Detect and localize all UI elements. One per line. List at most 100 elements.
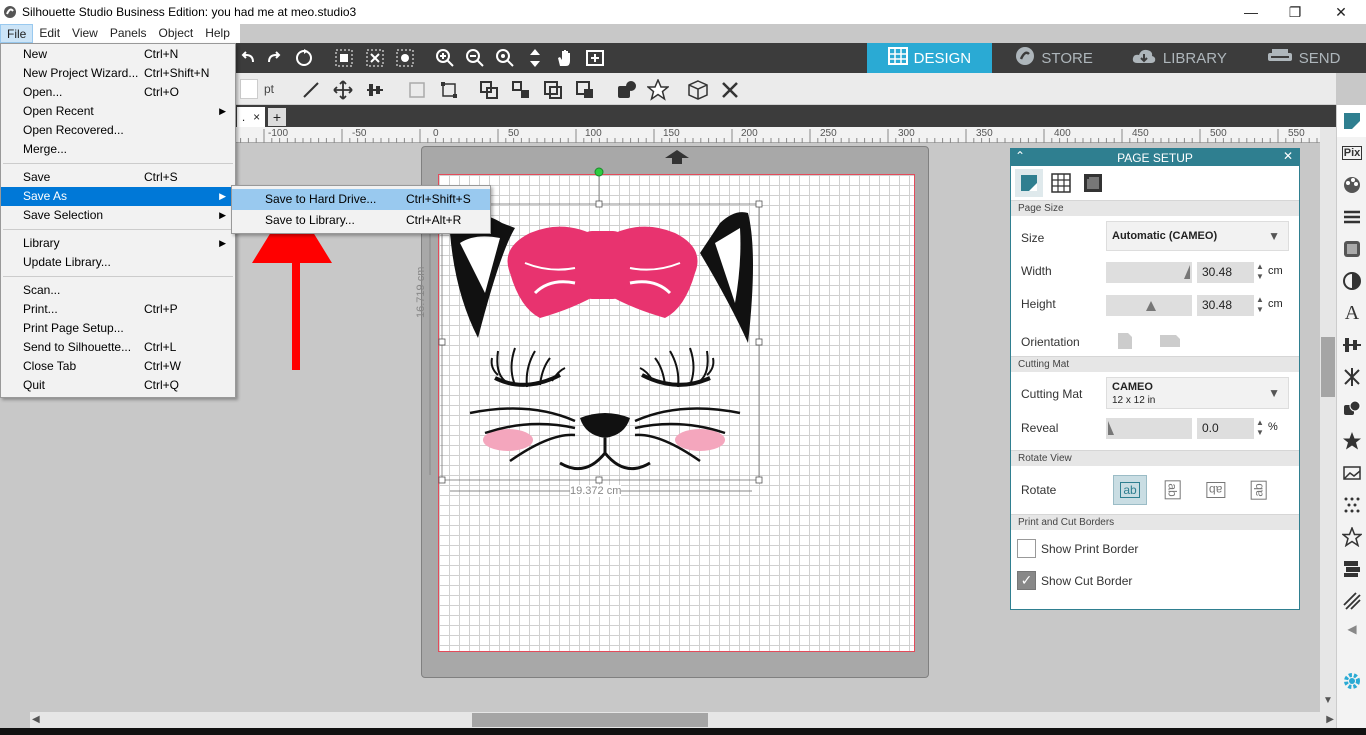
resize-handle[interactable] — [595, 200, 603, 208]
menu-item-new-project-wizard[interactable]: New Project Wizard... Ctrl+Shift+N — [1, 64, 235, 83]
layers-icon[interactable] — [1337, 553, 1366, 585]
minimize-button[interactable]: — — [1228, 0, 1274, 24]
star-shape-icon[interactable] — [646, 79, 670, 101]
transform-icon[interactable] — [438, 79, 460, 101]
height-spinner[interactable]: ▲ ▼ — [1256, 295, 1264, 315]
width-input[interactable]: 30.48 — [1197, 262, 1254, 283]
vertical-scroll-thumb[interactable] — [1321, 337, 1335, 397]
zoom-select-icon[interactable] — [494, 48, 516, 68]
menu-item-library[interactable]: Library ▶ — [1, 234, 235, 253]
tab-library[interactable]: LIBRARY — [1116, 43, 1242, 73]
rotate-handle[interactable] — [594, 167, 604, 177]
library-star-icon[interactable] — [1337, 425, 1366, 457]
fit-to-page-icon[interactable] — [524, 48, 546, 68]
menu-item-merge[interactable]: Merge... — [1, 140, 235, 159]
resize-handle[interactable] — [438, 338, 446, 346]
pixscan-icon[interactable]: Pix — [1337, 137, 1366, 169]
select-by-color-icon[interactable] — [394, 48, 416, 68]
release-compound-path-icon[interactable] — [574, 79, 596, 101]
collapse-chevron-icon[interactable]: ⌃ — [1015, 149, 1025, 163]
menu-item-new[interactable]: New Ctrl+N — [1, 45, 235, 64]
menu-item-save-to-hard-drive[interactable]: Save to Hard Drive... Ctrl+Shift+S — [232, 189, 490, 210]
menu-item-save-to-library[interactable]: Save to Library... Ctrl+Alt+R — [232, 210, 490, 231]
modify-icon[interactable] — [1337, 393, 1366, 425]
menu-item-save-selection[interactable]: Save Selection ▶ — [1, 206, 235, 225]
rotate-270-button[interactable]: ab — [1242, 475, 1276, 505]
scroll-left-icon[interactable]: ◀ — [32, 714, 40, 725]
reveal-input[interactable]: 0.0 — [1197, 418, 1254, 439]
menu-item-close-tab[interactable]: Close Tab Ctrl+W — [1, 357, 235, 376]
3d-box-icon[interactable] — [686, 79, 710, 101]
horizontal-scroll-thumb[interactable] — [472, 713, 708, 727]
zoom-out-icon[interactable] — [464, 48, 486, 68]
resize-handle[interactable] — [595, 476, 603, 484]
show-print-border-checkbox[interactable] — [1017, 539, 1036, 558]
sketch-icon[interactable] — [1337, 585, 1366, 617]
resize-handle[interactable] — [755, 338, 763, 346]
resize-handle[interactable] — [755, 476, 763, 484]
make-compound-path-icon[interactable] — [542, 79, 564, 101]
page-setup-tab-icon[interactable] — [1015, 169, 1043, 197]
text-style-icon[interactable]: A — [1337, 297, 1366, 329]
group-disabled-icon[interactable] — [406, 79, 428, 101]
trace-image-icon[interactable] — [1337, 457, 1366, 489]
fill-pattern-icon[interactable] — [1337, 233, 1366, 265]
line-tool-icon[interactable] — [300, 79, 322, 101]
add-tab-button[interactable]: + — [268, 108, 286, 126]
resize-handle[interactable] — [755, 200, 763, 208]
zoom-in-icon[interactable] — [434, 48, 456, 68]
width-slider[interactable] — [1106, 262, 1192, 283]
reveal-slider[interactable] — [1106, 418, 1192, 439]
rotate-180-button[interactable]: ab — [1199, 475, 1233, 505]
document-tab[interactable]: . × — [237, 107, 265, 127]
reveal-spinner[interactable]: ▲ ▼ — [1256, 418, 1264, 438]
rotate-90-button[interactable]: ab — [1156, 475, 1190, 505]
rotate-0-button[interactable]: ab — [1113, 475, 1147, 505]
grid-tab-icon[interactable] — [1047, 169, 1075, 197]
group-icon[interactable] — [478, 79, 500, 101]
landscape-orientation-icon[interactable] — [1159, 334, 1181, 351]
menu-help[interactable]: Help — [199, 24, 236, 43]
menu-edit[interactable]: Edit — [33, 24, 66, 43]
undo-icon[interactable] — [238, 48, 258, 68]
close-tab-icon[interactable]: × — [253, 110, 260, 124]
outline-star-icon[interactable] — [1337, 521, 1366, 553]
vertical-scrollbar[interactable]: ▼ — [1320, 127, 1336, 712]
width-spinner[interactable]: ▲ ▼ — [1256, 262, 1264, 282]
transparency-icon[interactable] — [1337, 265, 1366, 297]
menu-item-quit[interactable]: Quit Ctrl+Q — [1, 376, 235, 395]
align-icon[interactable] — [364, 79, 386, 101]
menu-item-send-to-silhouette[interactable]: Send to Silhouette... Ctrl+L — [1, 338, 235, 357]
horizontal-scrollbar[interactable]: ◀ ▶ — [30, 712, 1336, 728]
menu-item-save-as[interactable]: Save As ▶ — [1, 187, 235, 206]
tab-design[interactable]: DESIGN — [867, 43, 992, 73]
pan-hand-icon[interactable] — [554, 48, 576, 68]
add-page-icon[interactable] — [584, 48, 606, 68]
menu-item-open-recent[interactable]: Open Recent ▶ — [1, 102, 235, 121]
menu-item-update-library[interactable]: Update Library... — [1, 253, 235, 272]
menu-item-open-recovered[interactable]: Open Recovered... — [1, 121, 235, 140]
menu-item-print-page-setup[interactable]: Print Page Setup... — [1, 319, 235, 338]
portrait-orientation-icon[interactable] — [1117, 332, 1133, 353]
line-style-icon[interactable] — [1337, 201, 1366, 233]
maximize-button[interactable]: ❐ — [1272, 0, 1318, 24]
close-panel-icon[interactable]: ✕ — [1283, 149, 1293, 163]
fill-bucket-icon[interactable] — [615, 79, 639, 101]
delete-x-icon[interactable] — [718, 79, 742, 101]
offset-dots-icon[interactable] — [1337, 489, 1366, 521]
registration-marks-tab-icon[interactable] — [1079, 169, 1107, 197]
size-dropdown[interactable]: Automatic (CAMEO) ▼ — [1106, 221, 1289, 251]
select-all-icon[interactable] — [333, 48, 355, 68]
line-width-field[interactable] — [240, 79, 258, 99]
page-setup-panel-icon[interactable] — [1337, 105, 1366, 137]
menu-object[interactable]: Object — [153, 24, 200, 43]
show-cut-border-checkbox[interactable]: ✓ — [1017, 571, 1036, 590]
align-panel-icon[interactable] — [1337, 329, 1366, 361]
ungroup-icon[interactable] — [510, 79, 532, 101]
scroll-down-icon[interactable]: ▼ — [1323, 695, 1333, 706]
menu-item-scan[interactable]: Scan... — [1, 281, 235, 300]
settings-gear-icon[interactable] — [1337, 661, 1366, 701]
tab-store[interactable]: STORE — [991, 43, 1117, 73]
redraw-icon[interactable] — [293, 48, 315, 68]
menu-item-save[interactable]: Save Ctrl+S — [1, 168, 235, 187]
